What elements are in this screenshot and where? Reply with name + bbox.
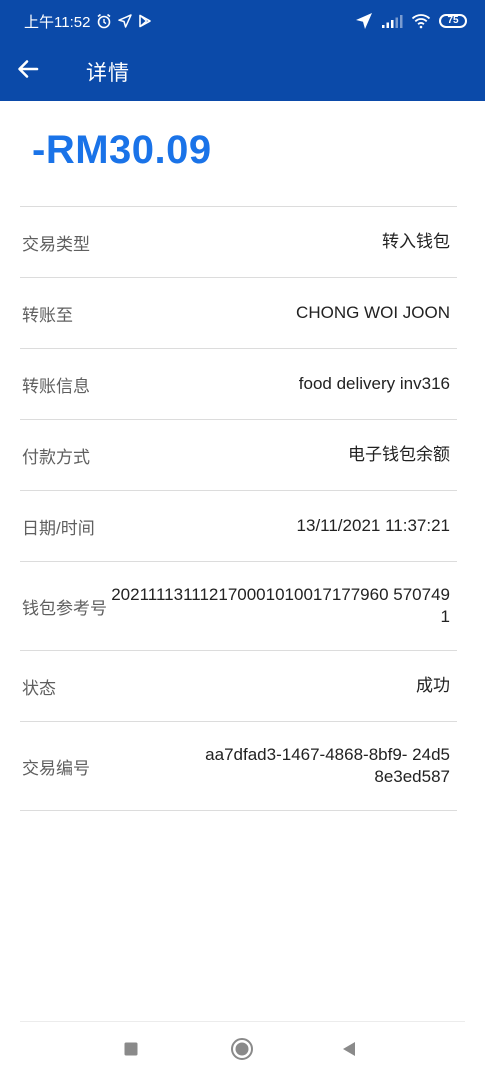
detail-value: 成功 (416, 676, 450, 695)
arrow-left-icon (16, 57, 40, 86)
detail-value: 转入钱包 (382, 232, 450, 251)
play-store-icon (138, 14, 152, 28)
status-right: 75 (355, 12, 467, 30)
system-nav-bar (0, 1022, 485, 1080)
details-list: 交易类型 转入钱包 转账至 CHONG WOI JOON 转账信息 food d… (20, 206, 457, 811)
detail-value: 电子钱包余额 (348, 445, 450, 464)
detail-value: 13/11/2021 11:37:21 (296, 516, 450, 535)
detail-row-transaction-id: 交易编号 aa7dfad3-1467-4868-8bf9- 24d58e3ed5… (20, 722, 457, 811)
detail-label: 钱包参考号 (22, 598, 107, 618)
detail-value: 202111131112170001010017177960 5707491 (111, 585, 450, 626)
home-icon (230, 1037, 254, 1066)
detail-row-transfer-message: 转账信息 food delivery inv316 (20, 349, 457, 420)
transaction-amount: -RM30.09 (32, 128, 212, 172)
page-title: 详情 (86, 61, 130, 85)
back-button[interactable] (4, 48, 52, 96)
detail-label: 日期/时间 (22, 518, 95, 538)
detail-row-payment-method: 付款方式 电子钱包余额 (20, 420, 457, 491)
recent-apps-icon (123, 1041, 139, 1062)
alarm-icon (96, 13, 112, 29)
battery-icon: 75 (439, 14, 467, 28)
location-arrow-icon (118, 14, 133, 28)
back-icon (340, 1040, 358, 1063)
home-button[interactable] (229, 1037, 255, 1066)
wifi-icon (411, 13, 431, 29)
detail-row-transaction-type: 交易类型 转入钱包 (20, 207, 457, 278)
detail-label: 转账信息 (22, 376, 90, 396)
detail-label: 状态 (22, 678, 56, 698)
status-time: 上午11:52 (24, 13, 91, 31)
detail-row-wallet-reference: 钱包参考号 202111131112170001010017177960 570… (20, 562, 457, 651)
recent-apps-button[interactable] (118, 1038, 144, 1064)
detail-label: 付款方式 (22, 447, 90, 467)
app-bar: 详情 (0, 42, 485, 101)
signal-icon (381, 14, 403, 28)
detail-row-datetime: 日期/时间 13/11/2021 11:37:21 (20, 491, 457, 562)
detail-value: aa7dfad3-1467-4868-8bf9- 24d58e3ed587 (205, 745, 450, 786)
detail-value: food delivery inv316 (298, 374, 450, 393)
nav-back-button[interactable] (336, 1038, 362, 1064)
status-left: 上午11:52 (24, 11, 152, 32)
detail-label: 交易编号 (22, 758, 90, 778)
detail-row-status: 状态 成功 (20, 651, 457, 722)
detail-label: 交易类型 (22, 234, 90, 254)
detail-label: 转账至 (22, 305, 73, 325)
detail-value: CHONG WOI JOON (296, 303, 450, 322)
status-bar: 上午11:52 75 (0, 0, 485, 42)
location-icon (355, 12, 373, 30)
detail-row-transfer-to: 转账至 CHONG WOI JOON (20, 278, 457, 349)
